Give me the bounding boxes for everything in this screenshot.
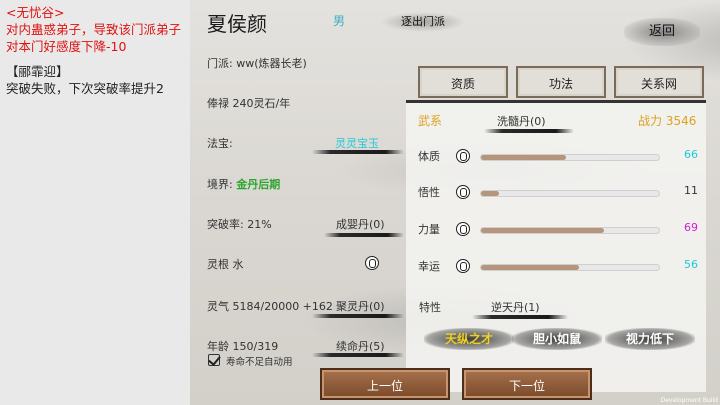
stat-name: 力量 <box>418 223 440 236</box>
stat-bar <box>480 154 660 161</box>
treasure-label: 法宝: <box>207 137 233 150</box>
sect-label: 门派: ww(炼器长老) <box>207 57 307 70</box>
trait-timid[interactable]: 胆小如鼠 <box>512 328 602 350</box>
trait-poor-eyesight[interactable]: 视力低下 <box>605 328 695 350</box>
next-character-button[interactable]: 下一位 <box>462 368 592 400</box>
log-person-name: 【郦霏迎】 <box>6 64 69 79</box>
dev-build-watermark: Development Build <box>660 397 718 404</box>
prev-character-button[interactable]: 上一位 <box>320 368 450 400</box>
pill-icon[interactable] <box>456 185 470 199</box>
stat-value: 66 <box>684 148 698 161</box>
marrow-pill-button[interactable]: 洗髓丹(0) <box>497 113 546 129</box>
stat-value: 11 <box>684 184 698 197</box>
tab-bar: 资质 功法 关系网 <box>418 66 704 100</box>
pill-icon[interactable] <box>456 149 470 163</box>
stat-bar-fill <box>481 228 604 233</box>
stat-bar-fill <box>481 265 579 270</box>
gender-label: 男 <box>333 14 346 28</box>
tab-skills[interactable]: 功法 <box>516 66 606 98</box>
breakthrough-pill-button[interactable]: 成婴丹(0) <box>336 216 385 232</box>
brush-stroke <box>472 315 568 319</box>
log-sect-name: <无忧谷> <box>6 5 65 20</box>
brush-stroke <box>324 233 404 237</box>
auto-use-checkbox[interactable] <box>208 354 220 366</box>
expel-button[interactable]: 逐出门派 <box>380 12 466 32</box>
trait-gifted[interactable]: 天纵之才 <box>424 328 514 350</box>
stat-row: 悟性 11 <box>418 184 708 202</box>
back-button[interactable]: 返回 <box>624 18 700 46</box>
trait-poor-eyesight-label: 视力低下 <box>625 332 674 346</box>
auto-use-label: 寿命不足自动用 <box>226 357 293 368</box>
tab-aptitude[interactable]: 资质 <box>418 66 508 98</box>
trait-timid-label: 胆小如鼠 <box>532 332 581 346</box>
attribute-label: 武系 <box>418 114 443 128</box>
tab-relations[interactable]: 关系网 <box>614 66 704 98</box>
trait-gifted-label: 天纵之才 <box>444 332 493 346</box>
log-sect-event: 对内蛊惑弟子，导致该门派弟子对本门好感度下降-10 <box>6 22 182 54</box>
stat-row: 体质 66 <box>418 148 708 166</box>
log-person-event: 突破失败，下次突破率提升2 <box>6 81 164 96</box>
stat-value: 69 <box>684 221 698 234</box>
stat-row: 幸运 56 <box>418 258 708 276</box>
brush-stroke <box>484 129 574 133</box>
realm-key: 境界: <box>207 178 233 191</box>
stat-bar-fill <box>481 191 499 196</box>
pill-icon[interactable] <box>365 256 379 270</box>
stat-name: 体质 <box>418 150 440 163</box>
character-name: 夏侯颜 <box>207 12 267 36</box>
realm-value: 金丹后期 <box>236 178 281 191</box>
realm-label: 境界: 金丹后期 <box>207 176 280 192</box>
qi-label: 灵气 5184/20000 +162 <box>207 300 333 313</box>
breakthrough-label: 突破率: 21% <box>207 218 272 231</box>
spirit-root-label: 灵根 水 <box>207 258 244 271</box>
age-label: 年龄 150/319 <box>207 340 279 353</box>
game-screen: <无忧谷> 对内蛊惑弟子，导致该门派弟子对本门好感度下降-10 【郦霏迎】 突破… <box>0 0 720 405</box>
event-log: <无忧谷> 对内蛊惑弟子，导致该门派弟子对本门好感度下降-10 【郦霏迎】 突破… <box>0 0 190 405</box>
combat-power: 战力 3546 <box>638 114 697 128</box>
stat-name: 幸运 <box>418 260 440 273</box>
stat-bar <box>480 264 660 271</box>
brush-stroke <box>312 150 404 154</box>
stat-value: 56 <box>684 258 698 271</box>
stat-bar-fill <box>481 155 567 160</box>
brush-stroke <box>312 353 404 357</box>
stat-name: 悟性 <box>418 186 440 199</box>
brush-stroke <box>312 314 404 318</box>
treasure-value[interactable]: 灵灵宝玉 <box>335 135 379 151</box>
heaven-defying-pill-button[interactable]: 逆天丹(1) <box>491 299 540 315</box>
stat-bar <box>480 227 660 234</box>
salary-label: 俸禄 240灵石/年 <box>207 97 291 110</box>
lifespan-pill-button[interactable]: 续命丹(5) <box>336 338 385 354</box>
trait-label: 特性 <box>419 301 441 314</box>
pill-icon[interactable] <box>456 222 470 236</box>
qi-pill-button[interactable]: 聚灵丹(0) <box>336 298 385 314</box>
stat-row: 力量 69 <box>418 221 708 239</box>
stat-bar <box>480 190 660 197</box>
pill-icon[interactable] <box>456 259 470 273</box>
